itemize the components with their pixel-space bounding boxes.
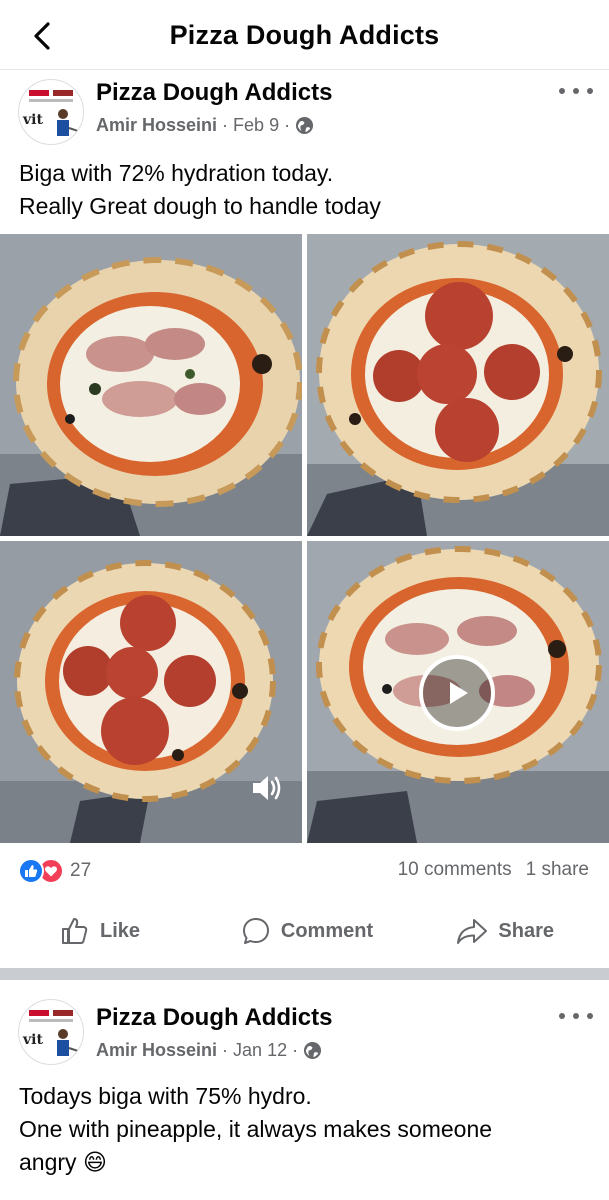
comments-count[interactable]: 10 comments	[398, 859, 512, 881]
page-title: Pizza Dough Addicts	[169, 20, 440, 50]
meta-dot: ·	[222, 115, 229, 135]
photo-grid	[0, 234, 609, 843]
like-label: Like	[100, 919, 141, 942]
svg-text:vit: vit	[22, 112, 43, 128]
share-label: Share	[498, 919, 555, 942]
more-options-button[interactable]	[559, 1006, 593, 1026]
top-bar: Pizza Dough Addicts	[0, 0, 609, 70]
group-name[interactable]: Pizza Dough Addicts	[96, 79, 332, 107]
post-text-line: Todays biga with 75% hydro.	[19, 1083, 312, 1109]
play-button[interactable]	[419, 655, 495, 731]
like-reaction-icon	[18, 858, 44, 884]
share-button[interactable]: Share	[389, 906, 609, 956]
post-text-line: Really Great dough to handle today	[19, 193, 381, 219]
post-text: Biga with 72% hydration today. Really Gr…	[19, 157, 381, 223]
reaction-count: 27	[70, 860, 92, 881]
more-dots-icon	[559, 1013, 565, 1019]
pizza-photo[interactable]	[0, 234, 302, 536]
group-name[interactable]: Pizza Dough Addicts	[96, 1004, 332, 1032]
feed-separator	[0, 968, 609, 980]
svg-text:vit: vit	[22, 1032, 43, 1048]
author-name[interactable]: Amir Hosseini	[96, 115, 217, 136]
pizza-photo[interactable]	[0, 541, 302, 843]
share-icon	[457, 919, 488, 944]
post-meta: Amir Hosseini · Jan 12 ·	[96, 1040, 322, 1061]
more-dots-icon	[559, 88, 565, 94]
globe-icon	[296, 116, 314, 135]
author-name[interactable]: Amir Hosseini	[96, 1040, 217, 1061]
post-meta: Amir Hosseini · Feb 9 ·	[96, 115, 314, 136]
pizza-video[interactable]	[307, 541, 609, 843]
post-text-line: angry 😄	[19, 1149, 107, 1176]
meta-dot: ·	[284, 115, 291, 135]
volume-icon[interactable]	[250, 773, 284, 803]
like-button[interactable]: Like	[0, 906, 225, 956]
group-avatar[interactable]: vit	[18, 999, 84, 1065]
grin-emoji: 😄	[82, 1150, 107, 1176]
engagement-counts: 10 comments 1 share	[398, 859, 589, 881]
meta-dot: ·	[292, 1040, 299, 1060]
post: vit Pizza Dough Addicts Amir Hosseini · …	[0, 71, 609, 968]
meta-dot: ·	[222, 1040, 229, 1060]
reaction-summary[interactable]: 27	[18, 854, 91, 888]
group-avatar[interactable]: vit	[18, 79, 84, 145]
globe-icon	[304, 1041, 322, 1060]
thumbs-up-icon	[62, 918, 88, 944]
post-actions: Like Comment Share	[0, 906, 609, 956]
shares-count[interactable]: 1 share	[526, 859, 589, 881]
post-text-line: One with pineapple, it always makes some…	[19, 1116, 493, 1142]
post-date[interactable]: Feb 9	[233, 115, 279, 136]
pizza-photo[interactable]	[307, 234, 609, 536]
comment-button[interactable]: Comment	[225, 906, 390, 956]
comment-icon	[242, 918, 269, 944]
post: vit Pizza Dough Addicts Amir Hosseini · …	[0, 980, 609, 1200]
comment-label: Comment	[280, 919, 374, 942]
post-text: Todays biga with 75% hydro. One with pin…	[19, 1080, 492, 1180]
post-text-line: Biga with 72% hydration today.	[19, 160, 334, 186]
more-options-button[interactable]	[559, 81, 593, 101]
post-date[interactable]: Jan 12	[233, 1040, 287, 1061]
play-icon	[450, 682, 468, 704]
